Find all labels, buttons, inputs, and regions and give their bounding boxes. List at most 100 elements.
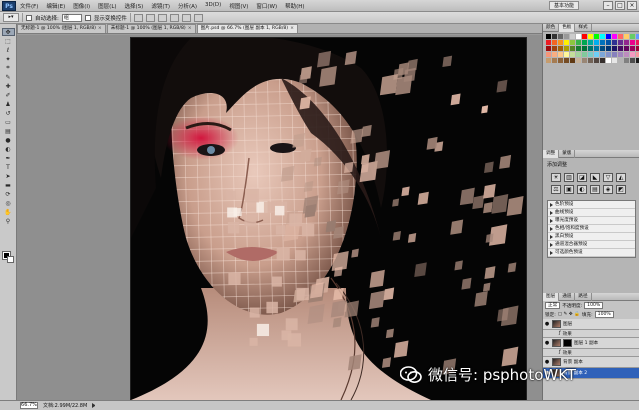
- color-swatch[interactable]: [612, 34, 617, 39]
- close-button[interactable]: ×: [627, 1, 637, 10]
- adjustment-icon[interactable]: ◩: [616, 185, 626, 194]
- color-swatch[interactable]: [564, 58, 569, 63]
- dodge-tool-icon[interactable]: ◐: [2, 145, 15, 153]
- tool-preset-picker[interactable]: ▸▾: [3, 13, 19, 22]
- color-swatch[interactable]: [552, 52, 557, 57]
- align-bottom-icon[interactable]: [157, 13, 167, 22]
- color-swatch[interactable]: [564, 46, 569, 51]
- document-tab[interactable]: 未标题-1 @ 100% (图层 1, RGB/8) ×: [106, 24, 196, 33]
- zoom-level-field[interactable]: 66.7%: [20, 402, 38, 409]
- color-swatch[interactable]: [600, 40, 605, 45]
- color-swatch[interactable]: [582, 58, 587, 63]
- color-swatch[interactable]: [588, 34, 593, 39]
- color-swatch[interactable]: [630, 58, 635, 63]
- maximize-button[interactable]: □: [615, 1, 625, 10]
- panel-tab[interactable]: 通道: [559, 292, 576, 301]
- color-swatch[interactable]: [630, 40, 635, 45]
- clone-stamp-tool-icon[interactable]: ♟: [2, 100, 15, 108]
- path-selection-tool-icon[interactable]: ➤: [2, 172, 15, 180]
- color-swatch[interactable]: [558, 52, 563, 57]
- color-swatch[interactable]: [564, 40, 569, 45]
- visibility-eye-icon[interactable]: ●: [544, 321, 550, 327]
- menu-item[interactable]: 窗口(W): [252, 2, 281, 10]
- color-swatch[interactable]: [594, 40, 599, 45]
- color-swatch[interactable]: [606, 40, 611, 45]
- color-swatch[interactable]: [624, 52, 629, 57]
- adjustment-icon[interactable]: ▣: [564, 185, 574, 194]
- color-swatch[interactable]: [600, 52, 605, 57]
- panel-tab[interactable]: 颜色: [543, 23, 560, 32]
- color-swatch[interactable]: [612, 52, 617, 57]
- crop-tool-icon[interactable]: ⌗: [2, 64, 15, 72]
- color-swatch[interactable]: [624, 46, 629, 51]
- healing-brush-tool-icon[interactable]: ✚: [2, 82, 15, 90]
- adjustment-icon[interactable]: ◣: [590, 173, 600, 182]
- adjustment-icon[interactable]: ☀: [551, 173, 561, 182]
- expand-arrow-icon[interactable]: [550, 219, 553, 223]
- lock-icon[interactable]: ▢ ✎ ✥ 🔒: [558, 312, 580, 317]
- color-swatch[interactable]: [600, 46, 605, 51]
- color-swatch[interactable]: [570, 46, 575, 51]
- expand-arrow-icon[interactable]: [550, 235, 553, 239]
- color-swatch[interactable]: [618, 58, 623, 63]
- panel-tab[interactable]: 样式: [575, 23, 592, 32]
- show-transform-checkbox[interactable]: [84, 14, 91, 21]
- color-swatch[interactable]: [588, 46, 593, 51]
- auto-select-checkbox[interactable]: [26, 14, 32, 21]
- 3d-orbit-tool-icon[interactable]: ◎: [2, 199, 15, 207]
- color-swatch[interactable]: [624, 40, 629, 45]
- color-swatch[interactable]: [576, 34, 581, 39]
- color-swatch[interactable]: [570, 58, 575, 63]
- close-tab-icon[interactable]: ×: [188, 25, 192, 33]
- hand-tool-icon[interactable]: ✋: [2, 208, 15, 216]
- color-swatch[interactable]: [594, 52, 599, 57]
- close-tab-icon[interactable]: ×: [290, 25, 294, 33]
- color-swatch[interactable]: [588, 40, 593, 45]
- eyedropper-tool-icon[interactable]: ✎: [2, 73, 15, 81]
- menu-item[interactable]: 编辑(E): [42, 2, 69, 10]
- color-swatch[interactable]: [576, 52, 581, 57]
- color-swatch[interactable]: [564, 34, 569, 39]
- preset-item[interactable]: 通道混合器预设: [548, 241, 635, 249]
- menu-item[interactable]: 图像(I): [69, 2, 94, 10]
- align-left-icon[interactable]: [169, 13, 179, 22]
- color-swatch[interactable]: [546, 46, 551, 51]
- blend-mode-dropdown[interactable]: 正常: [545, 302, 561, 309]
- auto-select-dropdown[interactable]: 组: [61, 13, 82, 22]
- zoom-tool-icon[interactable]: ⚲: [2, 217, 15, 225]
- align-right-icon[interactable]: [193, 13, 203, 22]
- layer-effect-row[interactable]: ƒ 效果: [543, 330, 639, 338]
- brush-tool-icon[interactable]: ✐: [2, 91, 15, 99]
- expand-arrow-icon[interactable]: [550, 243, 553, 247]
- expand-arrow-icon[interactable]: [550, 251, 553, 255]
- layer-row[interactable]: ● 图层: [543, 319, 639, 330]
- preset-item[interactable]: 可选颜色预设: [548, 249, 635, 257]
- document-image[interactable]: [131, 38, 526, 400]
- adjustment-icon[interactable]: ▤: [590, 185, 600, 194]
- menu-item[interactable]: 图层(L): [94, 2, 120, 10]
- gradient-tool-icon[interactable]: ▤: [2, 127, 15, 135]
- opacity-input[interactable]: 100%: [584, 302, 604, 309]
- color-swatch[interactable]: [564, 52, 569, 57]
- fill-input[interactable]: 100%: [594, 311, 614, 318]
- adjustment-icon[interactable]: ◪: [577, 173, 587, 182]
- preset-item[interactable]: 色阶预设: [548, 201, 635, 209]
- color-swatch[interactable]: [570, 40, 575, 45]
- color-swatch[interactable]: [558, 40, 563, 45]
- status-menu-arrow-icon[interactable]: [92, 403, 97, 408]
- workspace-switcher[interactable]: 基本功能: [548, 1, 579, 10]
- align-middle-icon[interactable]: [145, 13, 155, 22]
- preset-item[interactable]: 黑白预设: [548, 233, 635, 241]
- canvas-area[interactable]: [17, 35, 542, 400]
- panel-tab[interactable]: 蒙版: [559, 149, 576, 158]
- color-swatch[interactable]: [606, 46, 611, 51]
- preset-item[interactable]: 色相/饱和度预设: [548, 225, 635, 233]
- color-swatch[interactable]: [594, 58, 599, 63]
- color-swatch[interactable]: [630, 52, 635, 57]
- color-swatch[interactable]: [582, 46, 587, 51]
- color-swatch[interactable]: [546, 58, 551, 63]
- minimize-button[interactable]: –: [603, 1, 613, 10]
- color-swatch[interactable]: [606, 58, 611, 63]
- type-tool-icon[interactable]: T: [2, 163, 15, 171]
- menu-item[interactable]: 分析(A): [174, 2, 201, 10]
